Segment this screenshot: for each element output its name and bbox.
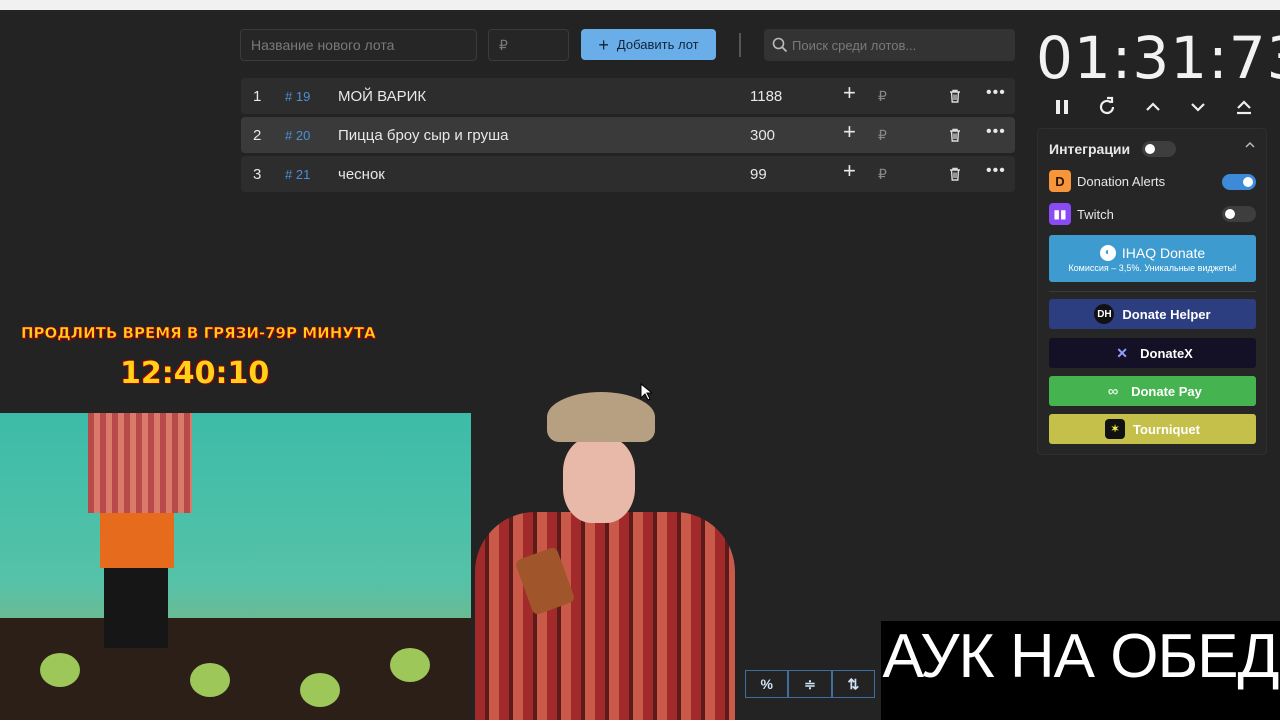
tourniquet-icon: ✶ — [1105, 419, 1126, 439]
add-amount-button[interactable]: + — [843, 121, 856, 143]
lot-amount-input[interactable]: ₽ — [878, 127, 887, 144]
ihaq-sub: Комиссия – 3,5%. Уникальные виджеты! — [1068, 262, 1237, 273]
browser-top-strip — [0, 0, 1280, 10]
person-figure — [88, 413, 192, 513]
plus-icon: + — [598, 34, 609, 55]
add-lot-button[interactable]: + Добавить лот — [581, 29, 716, 60]
panel-divider — [1049, 291, 1256, 292]
streamer-face — [563, 437, 635, 523]
trash-icon[interactable] — [947, 166, 963, 186]
search-icon — [772, 37, 788, 53]
ihaq-logo-icon: ◐ — [1099, 244, 1116, 261]
add-amount-button[interactable]: + — [843, 160, 856, 182]
overlay-title: ПРОДЛИТЬ ВРЕМЯ В ГРЯЗИ-79Р МИНУТА — [21, 324, 376, 343]
donate-helper-icon: DH — [1094, 304, 1115, 324]
add-lot-label: Добавить лот — [616, 37, 699, 52]
trash-icon[interactable] — [947, 88, 963, 108]
percent-button[interactable]: % — [745, 670, 789, 698]
auction-timer: 01:31:73 — [1036, 24, 1280, 92]
plant — [40, 653, 80, 687]
chevron-down-icon[interactable] — [1186, 95, 1210, 119]
trash-icon[interactable] — [947, 127, 963, 147]
reset-icon[interactable] — [1095, 95, 1119, 119]
streamer-webcam — [455, 392, 755, 720]
bottom-toolbar: % ≑ ⇅ — [745, 670, 875, 698]
person-legs — [104, 568, 168, 648]
lot-row: 3 # 21 чеснок 99 + ₽ ••• — [241, 156, 1015, 192]
search-input[interactable] — [792, 29, 1012, 61]
donation-alerts-icon: D — [1049, 170, 1071, 192]
plant — [300, 673, 340, 707]
service-label: Donate Helper — [1122, 306, 1211, 322]
ihaq-donate-button[interactable]: ◐ IHAQ Donate Комиссия – 3,5%. Уникальны… — [1049, 235, 1256, 282]
lot-id: # 20 — [285, 128, 311, 143]
donatex-icon: ✕ — [1116, 344, 1128, 361]
integration-twitch: ▮▮ Twitch — [1049, 203, 1114, 225]
lot-id: # 19 — [285, 89, 311, 104]
tourniquet-button[interactable]: ✶ Tourniquet — [1049, 414, 1256, 444]
service-label: DonateX — [1140, 345, 1193, 361]
chevron-up-icon[interactable] — [1244, 139, 1256, 151]
overlay-countdown: 12:40:10 — [120, 356, 270, 391]
service-label: Tourniquet — [1133, 421, 1200, 437]
timer-controls — [1050, 95, 1260, 119]
new-lot-price-input[interactable] — [488, 29, 569, 61]
donate-pay-icon: ∞ — [1107, 382, 1119, 400]
new-lot-name-input[interactable] — [240, 29, 477, 61]
more-icon[interactable]: ••• — [986, 162, 1006, 180]
lot-name[interactable]: чеснок — [338, 166, 385, 183]
integrations-panel: Интеграции D Donation Alerts ▮▮ Twitch ◐… — [1037, 128, 1267, 455]
integration-label: Donation Alerts — [1077, 173, 1166, 189]
streamer-shirt — [475, 512, 735, 720]
lot-row: 1 # 19 МОЙ ВАРИК 1188 + ₽ ••• — [241, 78, 1015, 114]
integration-label: Twitch — [1077, 206, 1114, 222]
lot-index: 2 — [253, 127, 262, 144]
lot-row: 2 # 20 Пицца броу сыр и груша 300 + ₽ ••… — [241, 117, 1015, 153]
lot-amount-input[interactable]: ₽ — [878, 88, 887, 105]
lot-index: 1 — [253, 88, 262, 105]
more-icon[interactable]: ••• — [986, 84, 1006, 102]
lot-amount-input[interactable]: ₽ — [878, 166, 887, 183]
donate-pay-button[interactable]: ∞ Donate Pay — [1049, 376, 1256, 406]
pause-icon[interactable] — [1050, 95, 1074, 119]
donatex-button[interactable]: ✕ DonateX — [1049, 338, 1256, 368]
toolbar-divider — [739, 33, 741, 57]
twitch-icon: ▮▮ — [1049, 203, 1071, 225]
more-icon[interactable]: ••• — [986, 123, 1006, 141]
streamer-hat — [547, 392, 655, 442]
plant — [190, 663, 230, 697]
donation-alerts-toggle[interactable] — [1222, 174, 1256, 190]
person-shorts — [100, 513, 174, 568]
lot-amount[interactable]: 1188 — [750, 88, 782, 105]
integrations-title: Интеграции — [1049, 141, 1131, 157]
banner-text: АУК НА ОБЕД — [882, 622, 1280, 691]
lot-name[interactable]: МОЙ ВАРИК — [338, 88, 426, 105]
ihaq-label: IHAQ Donate — [1121, 244, 1206, 261]
add-amount-button[interactable]: + — [843, 82, 856, 104]
integrations-toggle[interactable] — [1142, 141, 1176, 157]
sort-button[interactable]: ⇅ — [831, 670, 875, 698]
chevron-up-icon[interactable] — [1141, 95, 1165, 119]
twitch-toggle[interactable] — [1222, 206, 1256, 222]
lots-list: 1 # 19 МОЙ ВАРИК 1188 + ₽ ••• 2 # 20 Пиц… — [241, 78, 1015, 195]
donate-helper-button[interactable]: DH Donate Helper — [1049, 299, 1256, 329]
mouse-cursor-icon — [640, 383, 652, 401]
lot-search — [764, 29, 1015, 61]
eject-icon[interactable] — [1232, 95, 1256, 119]
lot-index: 3 — [253, 166, 262, 183]
banner-box: АУК НА ОБЕД — [881, 621, 1280, 720]
lot-amount[interactable]: 99 — [750, 166, 767, 183]
integration-donation-alerts: D Donation Alerts — [1049, 170, 1165, 192]
lot-id: # 21 — [285, 167, 311, 182]
service-label: Donate Pay — [1131, 383, 1202, 399]
lot-name[interactable]: Пицца броу сыр и груша — [338, 127, 509, 144]
garden-camera-feed — [0, 413, 471, 720]
plant — [390, 648, 430, 682]
lot-amount[interactable]: 300 — [750, 127, 775, 144]
align-button[interactable]: ≑ — [788, 670, 832, 698]
